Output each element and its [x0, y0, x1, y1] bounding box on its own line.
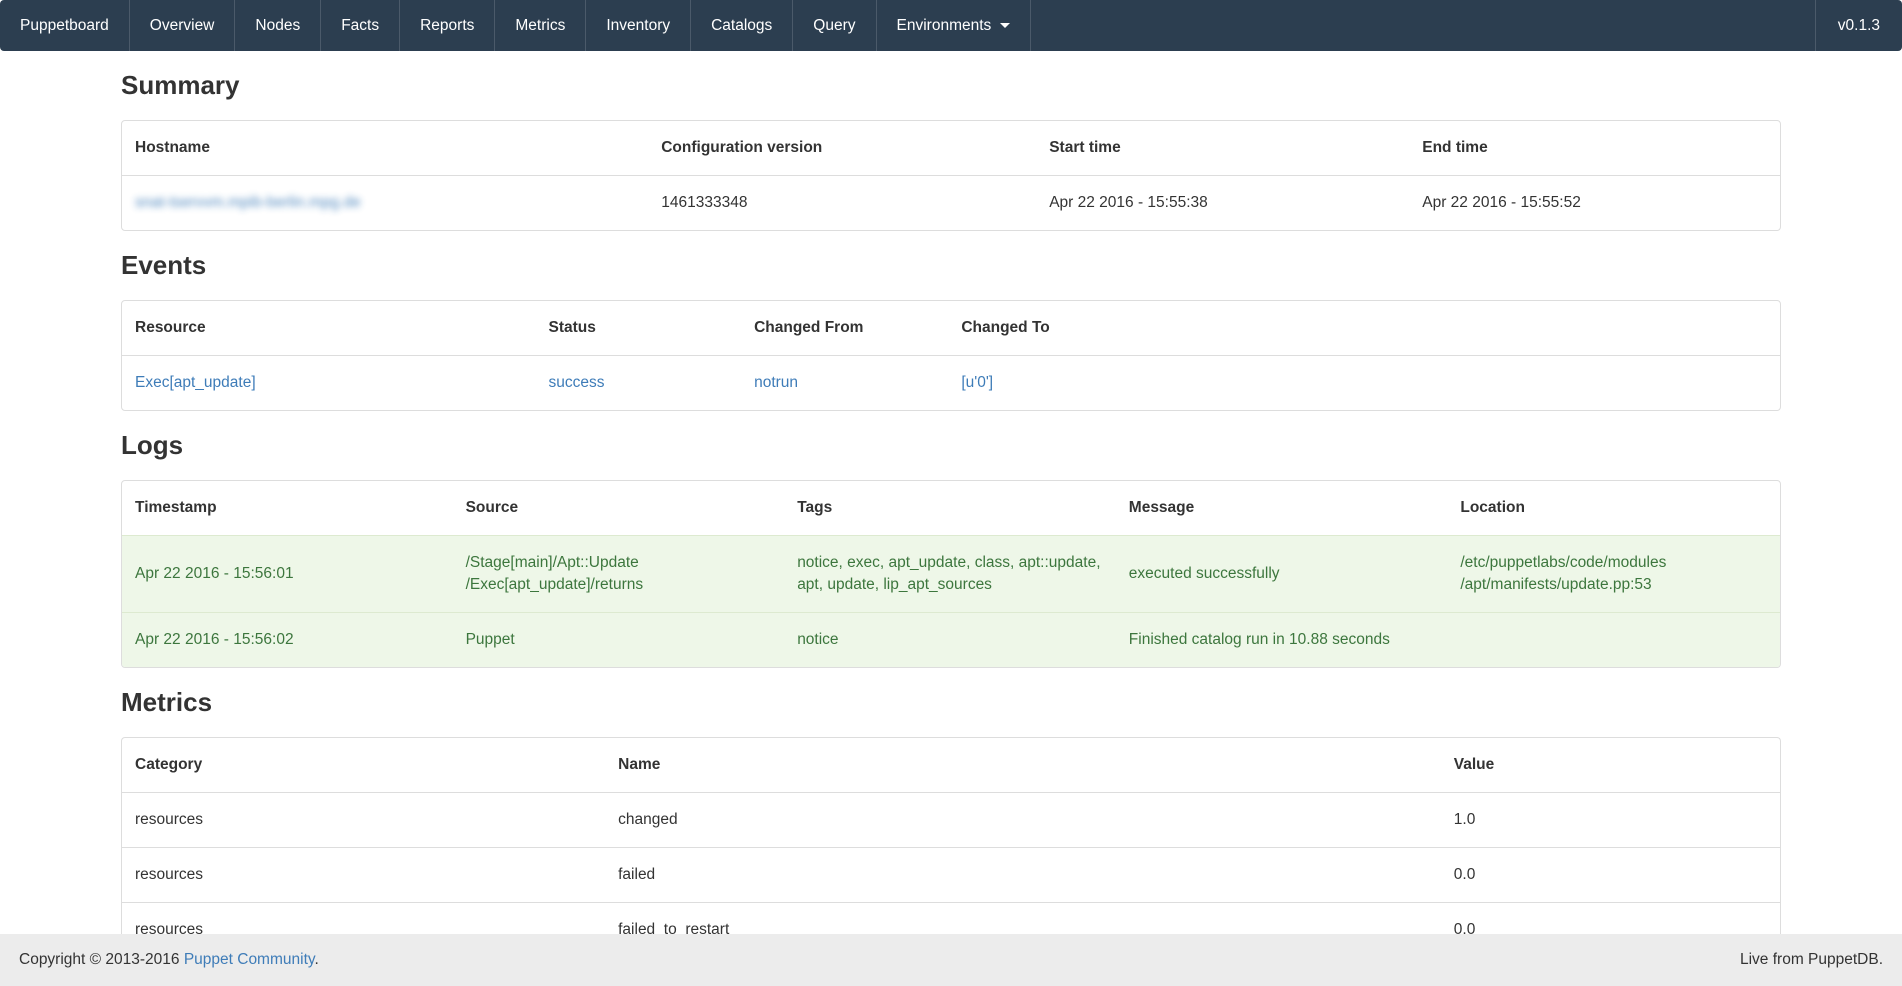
copyright-text: Copyright © 2013-2016 Puppet Community. [19, 951, 319, 969]
log-source: /Stage[main]/Apt::Update /Exec[apt_updat… [454, 536, 786, 613]
config-version-value: 1461333348 [649, 176, 1037, 231]
event-row: Exec[apt_update] success notrun [u'0'] [122, 356, 1780, 411]
summary-col-config-version: Configuration version [649, 121, 1037, 176]
metrics-heading: Metrics [121, 687, 1781, 718]
nav-item-nodes[interactable]: Nodes [235, 0, 321, 51]
log-message: executed successfully [1117, 536, 1449, 613]
nav-item-reports[interactable]: Reports [400, 0, 495, 51]
logs-col-source: Source [454, 481, 786, 536]
navbar-spacer [1031, 0, 1814, 51]
events-heading: Events [121, 250, 1781, 281]
event-changed-from-link[interactable]: notrun [754, 374, 798, 391]
log-tags: notice [785, 613, 1117, 668]
log-timestamp: Apr 22 2016 - 15:56:01 [122, 536, 454, 613]
version-badge: v0.1.3 [1815, 0, 1902, 51]
log-row: Apr 22 2016 - 15:56:02 Puppet notice Fin… [122, 613, 1780, 668]
end-time-value: Apr 22 2016 - 15:55:52 [1410, 176, 1780, 231]
environments-label: Environments [897, 17, 992, 35]
nav-item-catalogs[interactable]: Catalogs [691, 0, 793, 51]
logs-table: Timestamp Source Tags Message Location A… [121, 480, 1781, 668]
log-location-line: /etc/puppetlabs/code/modules [1460, 552, 1768, 574]
navbar-brand[interactable]: Puppetboard [0, 0, 130, 51]
summary-col-end-time: End time [1410, 121, 1780, 176]
events-col-status: Status [537, 301, 743, 356]
metrics-table: Category Name Value resources changed 1.… [121, 737, 1781, 957]
metric-value: 1.0 [1442, 793, 1780, 848]
summary-col-start-time: Start time [1037, 121, 1410, 176]
start-time-value: Apr 22 2016 - 15:55:38 [1037, 176, 1410, 231]
metric-value: 0.0 [1442, 848, 1780, 903]
nav-item-metrics[interactable]: Metrics [495, 0, 586, 51]
log-source-line: /Stage[main]/Apt::Update [466, 552, 774, 574]
log-message: Finished catalog run in 10.88 seconds [1117, 613, 1449, 668]
metric-name: failed [606, 848, 1442, 903]
metric-row: resources failed 0.0 [122, 848, 1780, 903]
nav-dropdown-environments[interactable]: Environments [877, 0, 1032, 51]
hostname-link[interactable]: snat-tservvm.mpib-berlin.mpg.de [135, 194, 361, 211]
report-page: Summary Hostname Configuration version S… [0, 70, 1902, 957]
events-table: Resource Status Changed From Changed To … [121, 300, 1781, 411]
log-timestamp: Apr 22 2016 - 15:56:02 [122, 613, 454, 668]
event-status-link[interactable]: success [549, 374, 605, 391]
log-tags: notice, exec, apt_update, class, apt::up… [785, 536, 1117, 613]
metric-name: changed [606, 793, 1442, 848]
log-row: Apr 22 2016 - 15:56:01 /Stage[main]/Apt:… [122, 536, 1780, 613]
logs-col-message: Message [1117, 481, 1449, 536]
events-col-changed-to: Changed To [949, 301, 1780, 356]
event-resource-link[interactable]: Exec[apt_update] [135, 374, 256, 391]
nav-item-overview[interactable]: Overview [130, 0, 236, 51]
puppetdb-status-text: Live from PuppetDB. [1740, 951, 1883, 969]
logs-heading: Logs [121, 430, 1781, 461]
log-source-line: /Exec[apt_update]/returns [466, 574, 774, 596]
metric-row: resources changed 1.0 [122, 793, 1780, 848]
metric-category: resources [122, 793, 606, 848]
event-changed-to-link[interactable]: [u'0'] [961, 374, 993, 391]
events-col-changed-from: Changed From [742, 301, 949, 356]
nav-item-facts[interactable]: Facts [321, 0, 400, 51]
metrics-col-category: Category [122, 738, 606, 793]
summary-heading: Summary [121, 70, 1781, 101]
log-location: /etc/puppetlabs/code/modules /apt/manife… [1448, 536, 1780, 613]
log-location [1448, 613, 1780, 668]
puppet-community-link[interactable]: Puppet Community [184, 951, 315, 968]
summary-table: Hostname Configuration version Start tim… [121, 120, 1781, 231]
nav-item-inventory[interactable]: Inventory [586, 0, 691, 51]
logs-col-tags: Tags [785, 481, 1117, 536]
logs-col-location: Location [1448, 481, 1780, 536]
metrics-col-name: Name [606, 738, 1442, 793]
events-col-resource: Resource [122, 301, 537, 356]
summary-col-hostname: Hostname [122, 121, 649, 176]
summary-row: snat-tservvm.mpib-berlin.mpg.de 14613333… [122, 176, 1780, 231]
caret-down-icon [1000, 23, 1010, 28]
nav-item-query[interactable]: Query [793, 0, 876, 51]
page-footer: Copyright © 2013-2016 Puppet Community. … [0, 934, 1902, 986]
log-location-line: /apt/manifests/update.pp:53 [1460, 574, 1768, 596]
copyright-prefix: Copyright © 2013-2016 [19, 951, 184, 968]
metric-category: resources [122, 848, 606, 903]
metrics-col-value: Value [1442, 738, 1780, 793]
logs-col-timestamp: Timestamp [122, 481, 454, 536]
top-navbar: Puppetboard Overview Nodes Facts Reports… [0, 0, 1902, 51]
log-source: Puppet [454, 613, 786, 668]
copyright-suffix: . [314, 951, 318, 968]
